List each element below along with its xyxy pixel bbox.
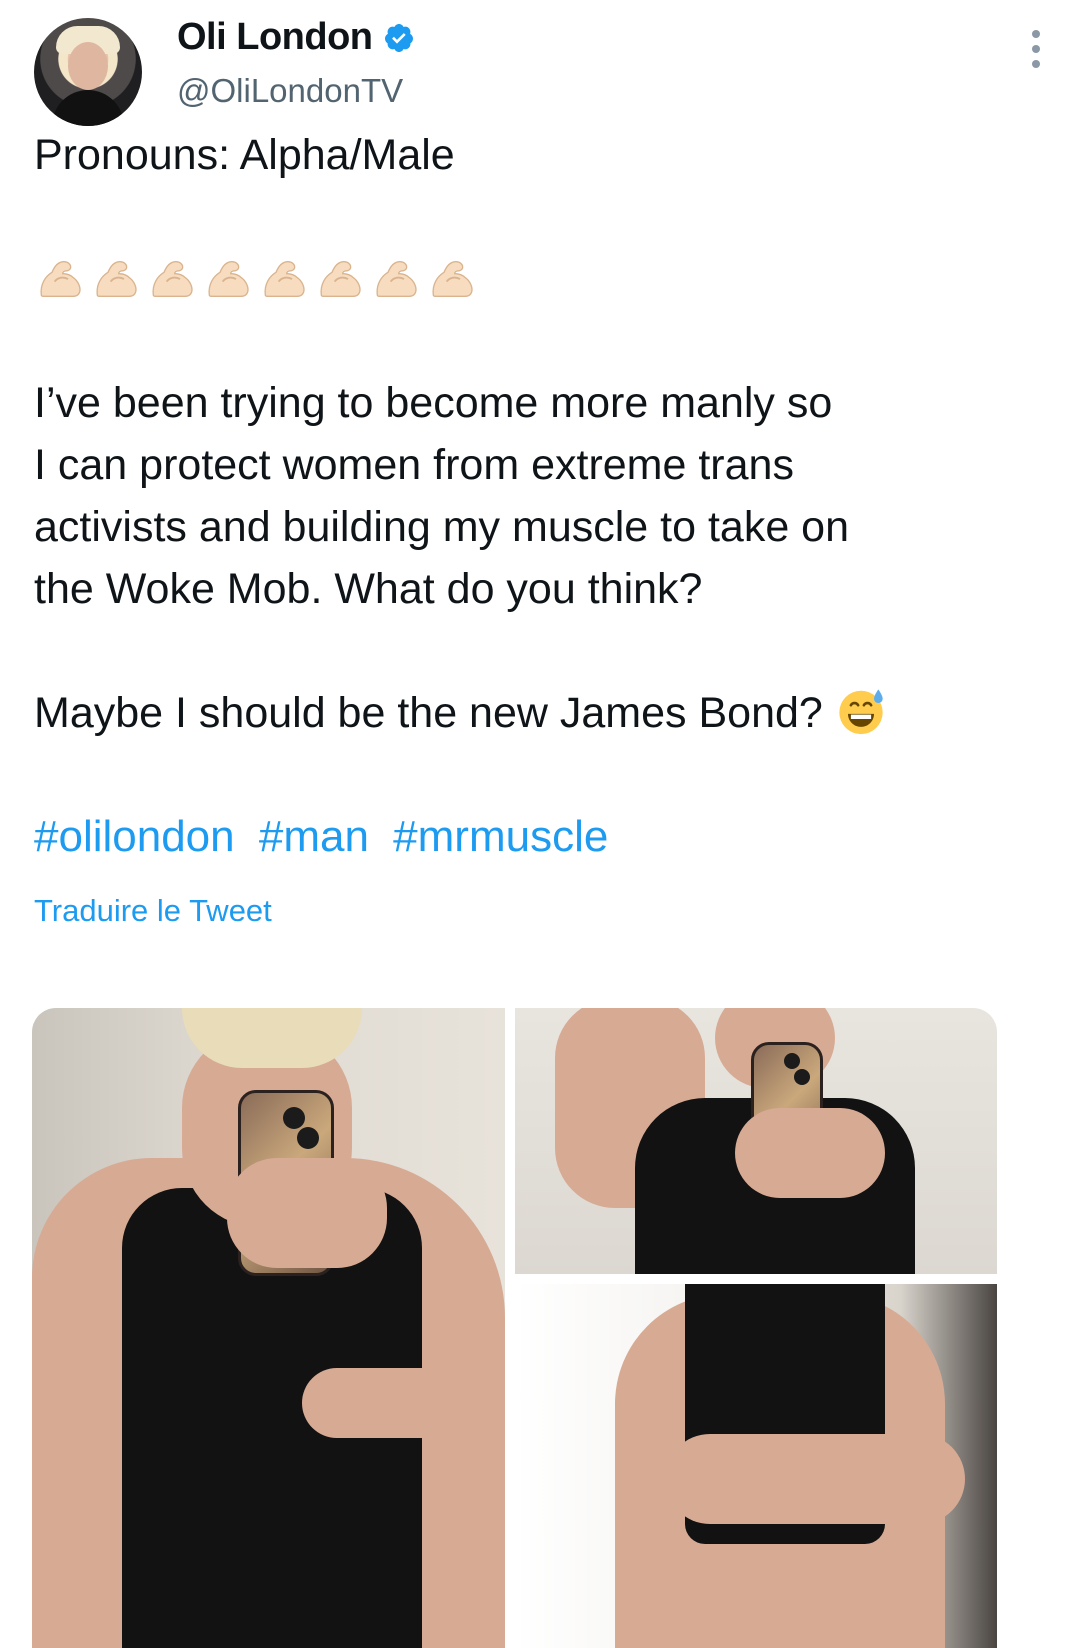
photo-mirror-selfie-arm-raised[interactable] [515,1008,997,1274]
hashtag-list: #olilondon #man #mrmuscle [34,806,1014,868]
tweet-text: Pronouns: Alpha/Male I’ve been trying to… [34,124,1014,868]
media-grid [32,1008,997,1648]
flexed-biceps-icon [152,260,193,297]
photo-hand [735,1108,885,1198]
photo-crossed-arms-tank-top[interactable] [515,1284,997,1648]
body-line-3: activists and building my muscle to take… [34,503,850,551]
tweet-header: Oli London @OliLondonTV [34,12,1046,126]
pronouns-line: Pronouns: Alpha/Male [34,131,455,179]
hashtag-man[interactable]: #man [259,812,369,861]
author-name-row: Oli London [177,16,415,59]
flexed-biceps-emoji-row [34,248,1014,310]
avatar-turtleneck [52,90,124,126]
bond-line: Maybe I should be the new James Bond? [34,682,1014,744]
translate-tweet-link[interactable]: Traduire le Tweet [34,893,272,929]
more-vertical-icon[interactable] [1026,30,1046,74]
grinning-face-with-sweat-icon [839,689,883,735]
author-handle[interactable]: @OliLondonTV [177,72,403,110]
photo-crossed-forearms [665,1434,965,1524]
body-line-4: the Woke Mob. What do you think? [34,565,703,613]
photo-mirror-selfie-flexing-arm[interactable] [32,1008,505,1648]
avatar[interactable] [34,18,142,126]
bond-line-text: Maybe I should be the new James Bond? [34,689,823,737]
hashtag-mrmuscle[interactable]: #mrmuscle [393,812,608,861]
verified-badge-icon [384,23,413,52]
flexed-biceps-icon [376,260,417,297]
flexed-biceps-icon [96,260,137,297]
flexed-biceps-icon [320,260,361,297]
flexed-biceps-icon [432,260,473,297]
hashtag-olilondon[interactable]: #olilondon [34,812,235,861]
flexed-biceps-icon [208,260,249,297]
author-name[interactable]: Oli London [177,16,373,59]
body-line-1: I’ve been trying to become more manly so [34,379,833,427]
body-line-2: I can protect women from extreme trans [34,441,794,489]
avatar-face [68,42,108,90]
photo-hand [227,1158,387,1268]
flexed-biceps-icon [40,260,81,297]
flexed-biceps-icon [264,260,305,297]
photo-fist [302,1368,472,1438]
